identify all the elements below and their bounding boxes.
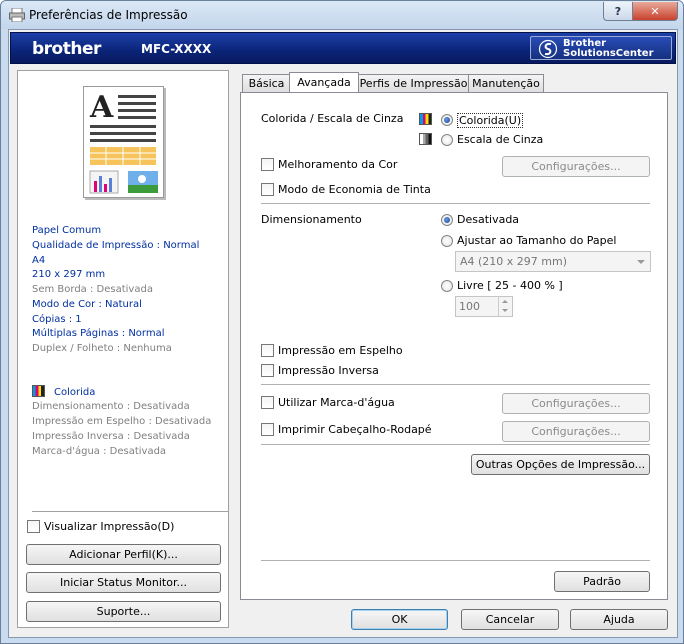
- default-button[interactable]: Padrão: [554, 571, 650, 592]
- window-title: Preferências de Impressão: [29, 8, 188, 22]
- left-separator: [32, 511, 229, 512]
- tab-avancada[interactable]: Avançada: [289, 72, 359, 92]
- paper-size-value: A4 (210 x 297 mm): [460, 255, 568, 268]
- help-button[interactable]: Ajuda: [570, 609, 668, 630]
- color-group-label: Colorida / Escala de Cinza: [261, 112, 404, 125]
- tab-manutencao[interactable]: Manutenção: [468, 74, 544, 92]
- tab-basica[interactable]: Básica: [242, 74, 291, 92]
- mirror-checkbox[interactable]: [261, 344, 274, 357]
- color-summary-line: Impressão Inversa : Desativada: [32, 431, 190, 442]
- separator: [261, 560, 650, 561]
- color-icon: [419, 113, 432, 125]
- color-radio-label: Colorida(U): [457, 113, 524, 128]
- spinner-buttons[interactable]: [498, 297, 512, 316]
- summary-line: Duplex / Folheto : Nenhuma: [32, 343, 172, 354]
- grayscale-radio-label: Escala de Cinza: [457, 133, 544, 146]
- summary-line: Modo de Cor : Natural: [32, 298, 142, 310]
- solutions-center-button[interactable]: Brother SolutionsCenter: [530, 36, 672, 60]
- preview-page-icon: A: [89, 90, 158, 194]
- color-label: Colorida: [54, 387, 96, 398]
- color-summary-line: Impressão em Espelho : Desativada: [32, 416, 212, 427]
- summary-line: Múltiplas Páginas : Normal: [32, 328, 165, 340]
- free-scale-spinner[interactable]: 100: [455, 296, 513, 317]
- ink-save-label: Modo de Economia de Tinta: [278, 183, 431, 196]
- dialog-body: brother MFC-XXXX Brother SolutionsCenter…: [8, 29, 678, 638]
- color-radio[interactable]: [441, 114, 453, 126]
- color-summary-line: Marca-d'água : Desativada: [32, 446, 167, 457]
- color-summary-line: Dimensionamento : Desativada: [32, 401, 190, 412]
- scaling-free-radio[interactable]: [441, 280, 453, 292]
- solutions-center-icon: [538, 39, 558, 59]
- summary-line: Papel Comum: [32, 225, 102, 236]
- brother-banner: brother MFC-XXXX Brother SolutionsCenter: [10, 32, 676, 64]
- watermark-checkbox[interactable]: [261, 396, 274, 409]
- title-bar: Preferências de Impressão ? ✕: [1, 1, 683, 29]
- add-profile-button[interactable]: Adicionar Perfil(K)...: [26, 544, 221, 565]
- summary-line: 210 x 297 mm: [32, 269, 106, 281]
- scaling-fit-radio[interactable]: [441, 235, 453, 247]
- separator: [261, 203, 650, 204]
- preview-checkbox-label: Visualizar Impressão(D): [44, 520, 175, 533]
- summary-line: A4: [32, 254, 46, 266]
- close-icon: ✕: [650, 4, 660, 18]
- summary-line: Sem Borda : Desativada: [32, 284, 153, 295]
- reverse-checkbox[interactable]: [261, 364, 274, 377]
- advanced-tab-page: Colorida / Escala de Cinza Colorida(U) E…: [240, 92, 668, 600]
- print-preferences-window: Preferências de Impressão ? ✕ brother MF…: [0, 0, 684, 644]
- watermark-label: Utilizar Marca-d'água: [278, 396, 395, 409]
- cancel-button[interactable]: Cancelar: [461, 609, 559, 630]
- scaling-label: Dimensionamento: [261, 213, 362, 226]
- separator: [261, 384, 650, 385]
- title-help-button[interactable]: ?: [603, 2, 633, 21]
- spin-down-icon: [502, 309, 508, 312]
- header-footer-label: Imprimir Cabeçalho-Rodapé: [278, 423, 432, 436]
- model-name: MFC-XXXX: [141, 42, 212, 56]
- scaling-off-label: Desativada: [457, 213, 520, 226]
- status-monitor-button[interactable]: Iniciar Status Monitor...: [26, 572, 221, 593]
- printer-icon: [9, 8, 25, 22]
- scaling-free-label: Livre [ 25 - 400 % ]: [457, 279, 563, 292]
- preview-checkbox[interactable]: [27, 520, 40, 533]
- help-glyph: ?: [614, 4, 622, 18]
- scaling-off-radio[interactable]: [441, 214, 453, 226]
- page-preview: A: [83, 86, 164, 198]
- separator: [261, 444, 650, 445]
- title-close-button[interactable]: ✕: [632, 2, 678, 21]
- spin-up-icon: [502, 300, 508, 303]
- other-options-button[interactable]: Outras Opções de Impressão...: [471, 454, 650, 475]
- support-button[interactable]: Suporte...: [26, 601, 221, 622]
- color-enhance-label: Melhoramento da Cor: [278, 158, 398, 171]
- color-mode-icon: [32, 385, 45, 397]
- chevron-down-icon: [637, 260, 645, 264]
- tab-perfis[interactable]: Perfis de Impressão: [358, 74, 469, 92]
- reverse-label: Impressão Inversa: [278, 364, 379, 377]
- summary-line: Cópias : 1: [32, 313, 82, 325]
- svg-text:A: A: [89, 90, 114, 125]
- grayscale-icon: [419, 133, 432, 145]
- color-enhance-settings-button[interactable]: Configurações...: [502, 156, 650, 177]
- ok-button[interactable]: OK: [351, 609, 448, 630]
- brother-logo: brother: [32, 39, 101, 59]
- summary-line: Qualidade de Impressão : Normal: [32, 239, 200, 251]
- header-footer-checkbox[interactable]: [261, 423, 274, 436]
- paper-size-dropdown[interactable]: A4 (210 x 297 mm): [455, 251, 651, 272]
- scaling-fit-label: Ajustar ao Tamanho do Papel: [457, 234, 617, 247]
- mirror-label: Impressão em Espelho: [278, 344, 403, 357]
- color-enhance-checkbox[interactable]: [261, 158, 274, 171]
- watermark-settings-button[interactable]: Configurações...: [502, 393, 650, 414]
- ink-save-checkbox[interactable]: [261, 183, 274, 196]
- header-footer-settings-button[interactable]: Configurações...: [502, 421, 650, 442]
- solutions-line2: SolutionsCenter: [563, 48, 654, 59]
- free-scale-value: 100: [459, 300, 480, 313]
- grayscale-radio[interactable]: [441, 134, 453, 146]
